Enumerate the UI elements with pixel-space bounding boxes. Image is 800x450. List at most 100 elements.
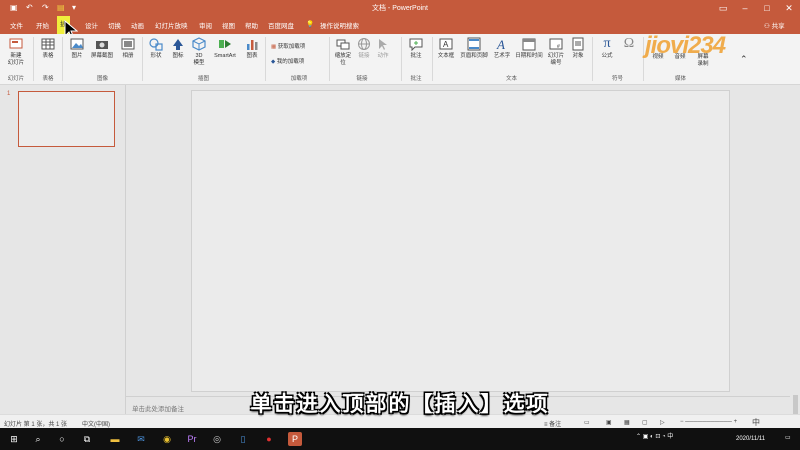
language-indicator[interactable]: 中文(中国) [82, 419, 110, 428]
chart-button[interactable]: 图表 [242, 37, 262, 60]
notification-icon[interactable]: ▭ [785, 434, 791, 441]
album-label: 相册 [122, 53, 134, 59]
tab-review[interactable]: 审阅 [199, 20, 212, 30]
header-footer-button[interactable]: 页眉和页脚 [458, 37, 490, 60]
cortana-icon[interactable]: ○ [55, 432, 69, 446]
windows-start-icon[interactable]: ⊞ [7, 432, 21, 446]
tab-file[interactable]: 文件 [10, 20, 23, 30]
slide-number-label: 幻灯片 编号 [547, 53, 565, 66]
task-view-icon[interactable]: ⧉ [80, 432, 94, 446]
vertical-scrollbar[interactable] [791, 85, 800, 415]
textbox-button[interactable]: A 文本框 [435, 37, 457, 60]
action-icon [379, 39, 387, 50]
tab-baidu-netdisk[interactable]: 百度网盘 [268, 20, 294, 30]
get-addins-button[interactable]: ▦ 获取加载项 [271, 42, 305, 50]
svg-text:A: A [496, 37, 505, 51]
action-button[interactable]: 动作 [374, 37, 392, 60]
icon-button[interactable]: 图标 [168, 37, 188, 60]
zoom-slider[interactable]: − ─────────── + [680, 419, 737, 425]
group-label-comments: 批注 [410, 76, 422, 82]
shapes-icon [149, 38, 163, 51]
new-slide-button[interactable]: 新建 幻灯片 [4, 37, 28, 67]
zoom-button[interactable]: 缩放定 位 [332, 37, 354, 67]
comment-button[interactable]: 批注 [405, 37, 427, 60]
symbol-button[interactable]: Ω [619, 37, 639, 53]
smartart-button[interactable]: SmartArt [210, 37, 240, 60]
link-button[interactable]: 链接 [355, 37, 373, 60]
ime-indicator[interactable]: 中 [752, 417, 760, 428]
image-button[interactable]: 图片 [66, 37, 88, 60]
slide-number-icon: # [549, 38, 563, 50]
table-label: 表格 [42, 53, 54, 59]
file-explorer-icon[interactable]: ▬ [108, 432, 122, 446]
reading-view-icon[interactable]: ▢ [642, 419, 648, 426]
3d-model-button[interactable]: 3D 模型 [189, 37, 209, 67]
clock-date[interactable]: 2020/11/11 [736, 436, 765, 442]
recorder-icon[interactable]: ● [262, 432, 276, 446]
notes-button[interactable]: ≡ 备注 [544, 419, 561, 428]
group-label-tables: 表格 [42, 76, 54, 82]
minimize-button[interactable]: – [734, 1, 756, 15]
tab-view[interactable]: 视图 [222, 20, 235, 30]
group-label-illustrations: 插图 [197, 76, 209, 82]
zoom-label: 缩放定 位 [334, 53, 352, 66]
slide-number-button[interactable]: # 幻灯片 编号 [545, 37, 567, 67]
album-button[interactable]: 相册 [117, 37, 139, 60]
tab-slideshow[interactable]: 幻灯片放映 [155, 20, 188, 30]
group-label-text: 文本 [505, 76, 517, 82]
omega-icon: Ω [623, 36, 635, 51]
group-label-media: 媒体 [674, 76, 686, 82]
get-addins-label: 获取加载项 [277, 44, 306, 50]
mail-icon[interactable]: ✉ [134, 432, 148, 446]
search-icon[interactable]: ⌕ [31, 432, 45, 446]
normal-view-icon[interactable]: ▣ [606, 419, 612, 426]
ribbon-collapse-icon[interactable]: ⌃ [740, 54, 748, 65]
table-icon [41, 38, 55, 50]
table-button[interactable]: 表格 [37, 37, 59, 60]
maximize-button[interactable]: □ [756, 1, 778, 15]
premiere-icon[interactable]: Pr [185, 432, 199, 446]
wordart-button[interactable]: A 艺术字 [491, 37, 513, 60]
equation-button[interactable]: π 公式 [596, 37, 618, 60]
slide-canvas[interactable] [191, 90, 730, 392]
equation-label: 公式 [601, 53, 613, 59]
3d-model-label: 3D 模型 [193, 53, 205, 66]
new-slide-icon [9, 38, 23, 49]
slide-sorter-icon[interactable]: ▦ [624, 419, 630, 426]
close-button[interactable]: ✕ [778, 1, 800, 15]
title-bar: ▣ ↶ ↷ ▤ ▾ 文档 - PowerPoint ▭ – □ ✕ [0, 0, 800, 16]
screenshot-button[interactable]: 屏幕截图 [89, 37, 115, 60]
tab-animations[interactable]: 动画 [131, 20, 144, 30]
tab-design[interactable]: 设计 [85, 20, 98, 30]
group-separator [432, 37, 433, 81]
pi-icon: π [603, 36, 611, 51]
action-label: 动作 [377, 53, 389, 59]
shape-button[interactable]: 形状 [145, 37, 167, 60]
tab-home[interactable]: 开始 [36, 20, 49, 30]
powerpoint-taskbar-icon[interactable]: P [288, 432, 302, 446]
slide-thumbnail[interactable] [18, 91, 115, 147]
link-label: 链接 [358, 53, 370, 59]
svg-text:A: A [443, 40, 449, 49]
textbox-label: 文本框 [437, 53, 455, 59]
tray-icons[interactable]: ⌃ ▣ ◐ ⊡ ◔ 中 [636, 431, 673, 440]
object-label: 对象 [572, 53, 584, 59]
group-separator [401, 37, 402, 81]
header-footer-icon [467, 37, 481, 51]
slide-thumbnail-number: 1 [7, 91, 11, 97]
object-button[interactable]: 对象 [568, 37, 588, 60]
tell-me-search[interactable]: 操作说明搜索 [320, 20, 359, 30]
phone-app-icon[interactable]: ▯ [236, 432, 250, 446]
calendar-icon [522, 38, 536, 51]
camera-app-icon[interactable]: ◎ [210, 432, 224, 446]
group-separator [265, 37, 266, 81]
comments-status-icon[interactable]: ▭ [584, 419, 590, 426]
tab-transitions[interactable]: 切换 [108, 20, 121, 30]
datetime-button[interactable]: 日期和时间 [514, 37, 544, 60]
share-button[interactable]: ⚇ 共享 [764, 20, 785, 30]
chrome-icon[interactable]: ◉ [160, 432, 174, 446]
slideshow-view-icon[interactable]: ▷ [660, 419, 665, 426]
ribbon-display-icon[interactable]: ▭ [712, 1, 734, 15]
tab-help[interactable]: 帮助 [245, 20, 258, 30]
my-addins-button[interactable]: ◆ 我的加载项 [271, 57, 304, 65]
